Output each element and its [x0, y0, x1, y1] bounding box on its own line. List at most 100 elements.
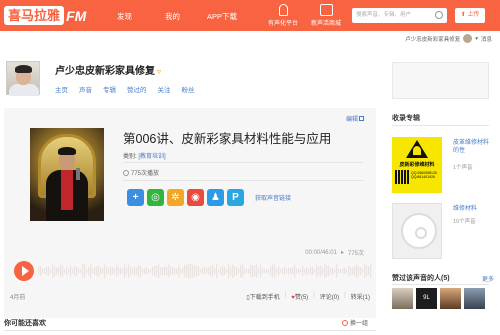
track-actions: ▯下载到手机 | ♥赞(5) | 评论(0) | 转采(1) — [246, 292, 370, 301]
profile-name-text: 卢少忠皮新彩家具修复 — [55, 66, 155, 77]
recommendations-header: 你可能还喜欢 换一组 — [4, 316, 376, 331]
edit-label: 编辑 — [345, 117, 358, 123]
ad-banner[interactable] — [392, 62, 489, 99]
qzone-icon[interactable]: P — [227, 189, 244, 206]
logo[interactable]: 喜马拉雅 FM — [4, 5, 86, 26]
divider — [392, 125, 489, 126]
album-cover: 皮新彩修维材料 QQ:2660598126 QQ:861401926 — [392, 137, 442, 193]
audio-platform-label: 有声化平台 — [267, 21, 298, 27]
microphone-icon — [278, 4, 288, 16]
headphone-icon — [123, 169, 129, 176]
search-placeholder: 搜索声音、专辑、用户 — [356, 12, 412, 18]
liker-avatar[interactable]: 9L — [416, 288, 437, 309]
divider — [392, 284, 489, 285]
upload-label: 上传 — [467, 12, 480, 18]
tab-sounds[interactable]: 声音 — [79, 84, 92, 94]
store-label: 新声活商城 — [310, 21, 341, 27]
download-label: 下载到手机 — [249, 295, 280, 301]
wechat-icon[interactable]: ◎ — [147, 189, 164, 206]
store-icon — [319, 4, 333, 16]
liker-badge: 9L — [423, 295, 430, 301]
tab-albums[interactable]: 专辑 — [103, 84, 116, 94]
download-button[interactable]: ▯下载到手机 — [246, 292, 279, 301]
edit-link[interactable]: 编辑 — [346, 114, 364, 123]
logo-fm: FM — [66, 7, 87, 24]
play-button[interactable] — [14, 261, 34, 281]
album-name[interactable]: 维修材料 — [453, 205, 489, 213]
refresh-icon — [341, 319, 348, 326]
album-item[interactable]: 皮新彩修维材料 QQ:2660598126 QQ:861401926 皮革维修材… — [392, 137, 489, 195]
profile-tabs: 主页 声音 专辑 赞过的 关注 粉丝 — [55, 84, 206, 94]
likers-list: 9L — [392, 288, 485, 309]
album-cover-title: 皮新彩修维材料 — [399, 162, 435, 168]
like-label: 赞(5) — [294, 295, 309, 301]
share-row: + ◎ ✲ ◉ ♟ P 获取声音链接 — [127, 189, 291, 206]
liker-avatar[interactable] — [464, 288, 485, 309]
divider — [123, 180, 363, 181]
album-name[interactable]: 皮革维修材料的性 — [453, 139, 489, 155]
profile-avatar[interactable] — [6, 61, 40, 96]
avatar[interactable] — [463, 34, 473, 43]
profile-name[interactable]: 卢少忠皮新彩家具修复 ▿ — [55, 62, 165, 77]
weibo-icon[interactable]: ◉ — [187, 189, 204, 206]
refresh-button[interactable]: 换一组 — [341, 318, 368, 327]
liker-avatar[interactable] — [392, 288, 413, 309]
top-bar: 喜马拉雅 FM 发现 我的 APP下载 有声化平台 新声活商城 搜索声音、专辑、… — [0, 0, 500, 31]
track-footer: 4月前 ▯下载到手机 | ♥赞(5) | 评论(0) | 转采(1) — [10, 292, 370, 304]
category-row: 类别: [教育培训] — [123, 151, 166, 160]
play-count-text: 775次播放 — [131, 171, 160, 177]
likers-title: 赞过该声音的人(5) — [392, 275, 450, 282]
player — [12, 261, 374, 283]
tab-followers[interactable]: 粉丝 — [182, 84, 195, 94]
album-cover — [392, 203, 442, 259]
liker-avatar[interactable] — [440, 288, 461, 309]
tab-liked[interactable]: 赞过的 — [127, 84, 147, 94]
profile-header: 卢少忠皮新彩家具修复 ▿ 主页 声音 专辑 赞过的 关注 粉丝 — [4, 48, 376, 98]
category-link[interactable]: [教育培训] — [138, 154, 165, 160]
separator: | — [344, 292, 346, 298]
play-count-icon: ▸ — [340, 250, 344, 256]
upload-age: 4月前 — [10, 295, 26, 301]
nav-app-download[interactable]: APP下载 — [207, 11, 237, 22]
more-link[interactable]: 更多 — [482, 274, 494, 283]
waveform-scrubber[interactable] — [38, 263, 372, 279]
time-row: 00:00/46:01 ▸ 775次 — [305, 248, 364, 258]
messages-link[interactable]: 消息 — [481, 35, 492, 43]
qq-icon[interactable]: ♟ — [207, 189, 224, 206]
albums-title: 收录专辑 — [392, 115, 420, 122]
separator: | — [313, 292, 315, 298]
album-item[interactable]: 维修材料 10个声音 — [392, 203, 489, 261]
tab-home[interactable]: 主页 — [55, 84, 68, 94]
get-link-button[interactable]: 获取声音链接 — [255, 193, 291, 202]
plus-share-icon[interactable]: + — [127, 189, 144, 206]
divider — [123, 162, 363, 163]
edit-icon — [359, 116, 364, 121]
nav-mine[interactable]: 我的 — [165, 11, 180, 22]
like-button[interactable]: ♥赞(5) — [291, 292, 308, 301]
track-title: 第006讲、皮新彩家具材料性能与应用 — [123, 132, 332, 146]
forward-button[interactable]: 转采(1) — [351, 292, 370, 301]
plays-short: 775次 — [347, 251, 364, 257]
store-link[interactable]: 新声活商城 — [301, 4, 351, 27]
user-bar: 卢少忠皮新彩家具修复 ▾ 消息 — [405, 34, 492, 43]
recommendations-title: 你可能还喜欢 — [4, 320, 46, 327]
search-icon[interactable] — [435, 11, 443, 19]
current-username[interactable]: 卢少忠皮新彩家具修复 — [405, 35, 460, 43]
refresh-label: 换一组 — [349, 321, 368, 327]
time-display: 00:00/46:01 — [305, 249, 337, 256]
album-count: 1个声音 — [453, 165, 473, 171]
search-input[interactable]: 搜索声音、专辑、用户 — [352, 8, 447, 23]
album-cover-text: QQ:2660598126 QQ:861401926 — [411, 171, 437, 179]
separator: | — [284, 292, 287, 298]
tab-following[interactable]: 关注 — [158, 84, 171, 94]
upload-icon: ⬆ — [460, 12, 466, 18]
track-card: 编辑 第006讲、皮新彩家具材料性能与应用 类别: [教育培训] 775次播放 … — [4, 108, 376, 318]
comment-button[interactable]: 评论(0) — [320, 292, 339, 301]
track-cover-image — [30, 128, 104, 221]
nav-discover[interactable]: 发现 — [117, 11, 132, 22]
moments-icon[interactable]: ✲ — [167, 189, 184, 206]
upload-button[interactable]: ⬆ 上传 — [455, 8, 485, 23]
verified-icon: ▿ — [157, 67, 162, 76]
chevron-down-icon[interactable]: ▾ — [475, 36, 478, 42]
album-count: 10个声音 — [453, 219, 476, 225]
